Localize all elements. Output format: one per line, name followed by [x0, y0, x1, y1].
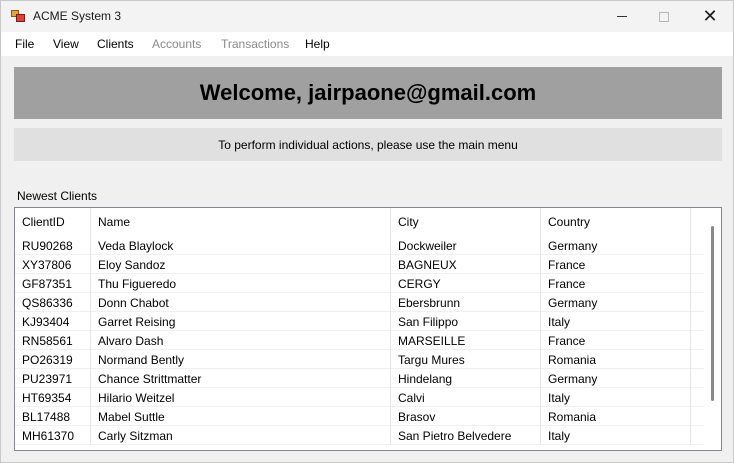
- table-row[interactable]: PO26319 Normand Bently Targu Mures Romania: [15, 350, 705, 369]
- cell-country[interactable]: Italy: [541, 388, 691, 407]
- menu-transactions[interactable]: Transactions: [221, 37, 289, 51]
- cell-filler: [691, 426, 705, 445]
- cell-clientid[interactable]: HT69354: [15, 388, 91, 407]
- cell-filler: [691, 274, 705, 293]
- menu-view[interactable]: View: [53, 37, 79, 51]
- cell-country[interactable]: France: [541, 331, 691, 350]
- table-row[interactable]: PU23971 Chance Strittmatter Hindelang Germa…: [15, 369, 705, 388]
- table-row[interactable]: KJ93404 Garret Reising San Filippo Italy: [15, 312, 705, 331]
- cell-clientid[interactable]: QS86336: [15, 293, 91, 312]
- cell-filler: [691, 350, 705, 369]
- close-icon: ✕: [702, 5, 718, 27]
- cell-clientid[interactable]: KJ93404: [15, 312, 91, 331]
- cell-city[interactable]: Hindelang: [391, 369, 541, 388]
- cell-city[interactable]: BAGNEUX: [391, 255, 541, 274]
- cell-city[interactable]: CERGY: [391, 274, 541, 293]
- cell-name[interactable]: Normand Bently: [91, 350, 391, 369]
- maximize-button[interactable]: [641, 1, 687, 32]
- cell-country[interactable]: Italy: [541, 426, 691, 445]
- cell-name[interactable]: Mabel Suttle: [91, 407, 391, 426]
- column-header-clientid[interactable]: ClientID: [15, 208, 91, 236]
- menu-accounts[interactable]: Accounts: [152, 37, 201, 51]
- cell-city[interactable]: Calvi: [391, 388, 541, 407]
- cell-city[interactable]: San Pietro Belvedere: [391, 426, 541, 445]
- cell-name[interactable]: Garret Reising: [91, 312, 391, 331]
- cell-country[interactable]: Germany: [541, 369, 691, 388]
- cell-name[interactable]: Donn Chabot: [91, 293, 391, 312]
- cell-name[interactable]: Alvaro Dash: [91, 331, 391, 350]
- table-row[interactable]: HT69354 Hilario Weitzel Calvi Italy: [15, 388, 705, 407]
- cell-filler: [691, 388, 705, 407]
- title-bar: ACME System 3 ✕: [1, 1, 733, 32]
- cell-country[interactable]: Italy: [541, 312, 691, 331]
- table-row[interactable]: GF87351 Thu Figueredo CERGY France: [15, 274, 705, 293]
- info-banner: To perform individual actions, please us…: [14, 128, 722, 161]
- column-header-city[interactable]: City: [391, 208, 541, 236]
- table-row[interactable]: MH61370 Carly Sitzman San Pietro Belvedere…: [15, 426, 705, 445]
- cell-filler: [691, 312, 705, 331]
- cell-city[interactable]: Dockweiler: [391, 236, 541, 255]
- cell-city[interactable]: Brasov: [391, 407, 541, 426]
- cell-country[interactable]: Romania: [541, 350, 691, 369]
- close-button[interactable]: ✕: [687, 1, 733, 32]
- cell-filler: [691, 236, 705, 255]
- cell-clientid[interactable]: MH61370: [15, 426, 91, 445]
- cell-filler: [691, 369, 705, 388]
- menu-bar: File View Clients Accounts Transactions …: [1, 32, 733, 56]
- cell-clientid[interactable]: BL17488: [15, 407, 91, 426]
- table-row[interactable]: XY37806 Eloy Sandoz BAGNEUX France: [15, 255, 705, 274]
- cell-clientid[interactable]: PO26319: [15, 350, 91, 369]
- scroll-thumb[interactable]: [711, 226, 714, 401]
- vertical-scrollbar[interactable]: [704, 208, 721, 450]
- maximize-icon: [659, 11, 669, 22]
- welcome-banner: Welcome, jairpaone@gmail.com: [14, 67, 722, 119]
- grid-header: ClientID Name City Country: [15, 208, 705, 236]
- cell-clientid[interactable]: XY37806: [15, 255, 91, 274]
- menu-file[interactable]: File: [15, 37, 34, 51]
- table-row[interactable]: QS86336 Donn Chabot Ebersbrunn Germany: [15, 293, 705, 312]
- cell-filler: [691, 407, 705, 426]
- welcome-text: Welcome, jairpaone@gmail.com: [199, 80, 537, 105]
- cell-name[interactable]: Thu Figueredo: [91, 274, 391, 293]
- cell-filler: [691, 293, 705, 312]
- cell-country[interactable]: France: [541, 274, 691, 293]
- cell-name[interactable]: Chance Strittmatter: [91, 369, 391, 388]
- clients-grid[interactable]: ClientID Name City Country RU90268 Veda B…: [14, 207, 722, 451]
- cell-clientid[interactable]: RU90268: [15, 236, 91, 255]
- cell-name[interactable]: Carly Sitzman: [91, 426, 391, 445]
- cell-country[interactable]: France: [541, 255, 691, 274]
- info-text: To perform individual actions, please us…: [218, 137, 518, 152]
- window-title: ACME System 3: [33, 9, 122, 23]
- cell-country[interactable]: Germany: [541, 293, 691, 312]
- menu-clients[interactable]: Clients: [97, 37, 134, 51]
- column-header-country[interactable]: Country: [541, 208, 691, 236]
- table-row[interactable]: RN58561 Alvaro Dash MARSEILLE France: [15, 331, 705, 350]
- app-icon: [11, 10, 25, 22]
- column-header-filler: [691, 208, 705, 236]
- newest-clients-label: Newest Clients: [17, 189, 98, 203]
- app-window: ACME System 3 ✕ File View Clients Accoun…: [0, 0, 734, 463]
- cell-filler: [691, 255, 705, 274]
- cell-name[interactable]: Veda Blaylock: [91, 236, 391, 255]
- cell-city[interactable]: Targu Mures: [391, 350, 541, 369]
- cell-filler: [691, 331, 705, 350]
- table-row[interactable]: BL17488 Mabel Suttle Brasov Romania: [15, 407, 705, 426]
- cell-city[interactable]: Ebersbrunn: [391, 293, 541, 312]
- cell-country[interactable]: Germany: [541, 236, 691, 255]
- cell-city[interactable]: MARSEILLE: [391, 331, 541, 350]
- cell-clientid[interactable]: GF87351: [15, 274, 91, 293]
- grid-body: RU90268 Veda Blaylock Dockweiler Germany XY3…: [15, 236, 705, 445]
- cell-name[interactable]: Hilario Weitzel: [91, 388, 391, 407]
- column-header-name[interactable]: Name: [91, 208, 391, 236]
- cell-clientid[interactable]: PU23971: [15, 369, 91, 388]
- minimize-button[interactable]: [599, 1, 645, 32]
- minimize-icon: [617, 16, 627, 17]
- cell-city[interactable]: San Filippo: [391, 312, 541, 331]
- cell-clientid[interactable]: RN58561: [15, 331, 91, 350]
- cell-name[interactable]: Eloy Sandoz: [91, 255, 391, 274]
- table-row[interactable]: RU90268 Veda Blaylock Dockweiler Germany: [15, 236, 705, 255]
- cell-country[interactable]: Romania: [541, 407, 691, 426]
- menu-help[interactable]: Help: [305, 37, 330, 51]
